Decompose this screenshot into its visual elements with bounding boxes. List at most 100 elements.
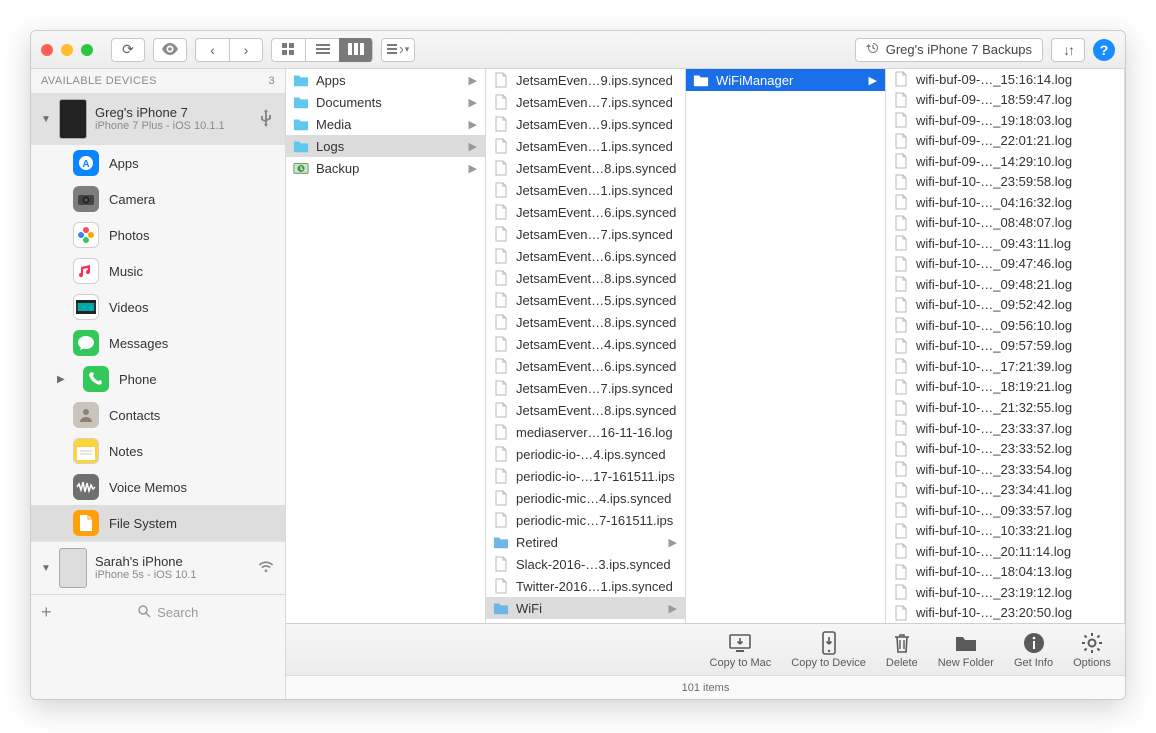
list-view-button[interactable] [305,38,339,62]
file-item[interactable]: wifi-buf-10-…_23:34:41.log [886,479,1124,500]
help-button[interactable]: ? [1093,39,1115,61]
zoom-button[interactable] [81,44,93,56]
file-item[interactable]: wifi-buf-10-…_23:59:58.log [886,172,1124,193]
column-view-button[interactable] [339,38,373,62]
folder-item[interactable]: Logs▶ [286,135,485,157]
file-item[interactable]: wifi-buf-10-…_09:43:11.log [886,233,1124,254]
file-item[interactable]: wifi-buf-10-…_09:48:21.log [886,274,1124,295]
file-item[interactable]: wifi-buf-10-…_18:19:21.log [886,377,1124,398]
file-item[interactable]: JetsamEvent…8.ips.synced [486,399,685,421]
sidebar-category-photos[interactable]: Photos [31,217,285,253]
refresh-button[interactable]: ⟳ [111,38,145,62]
file-item[interactable]: wifi-buf-10-…_09:52:42.log [886,295,1124,316]
file-item[interactable]: wifi-buf-10-…_09:33:57.log [886,500,1124,521]
new-folder-button[interactable]: New Folder [938,631,994,669]
transfers-button[interactable]: ↓↑ [1051,38,1085,62]
file-item[interactable]: wifi-buf-09-…_15:16:14.log [886,69,1124,90]
file-item[interactable]: wifi-buf-10-…_21:32:55.log [886,397,1124,418]
file-item[interactable]: JetsamEven…1.ips.synced [486,179,685,201]
file-item[interactable]: wifi-buf-10-…_17:21:39.log [886,356,1124,377]
file-item[interactable]: wifi-buf-10-…_09:57:59.log [886,336,1124,357]
sidebar-category-videos[interactable]: Videos [31,289,285,325]
disclosure-triangle-icon[interactable]: ▼ [41,563,51,574]
back-button[interactable]: ‹ [195,38,229,62]
file-item[interactable]: wifi-buf-09-…_22:01:21.log [886,131,1124,152]
file-item[interactable]: JetsamEvent…8.ips.synced [486,267,685,289]
icon-view-button[interactable] [271,38,305,62]
file-item[interactable]: JetsamEven…7.ips.synced [486,377,685,399]
disclosure-triangle-icon[interactable]: ▼ [41,114,51,125]
file-item[interactable]: wifi-buf-10-…_09:56:10.log [886,315,1124,336]
sidebar-category-voicememos[interactable]: Voice Memos [31,469,285,505]
forward-button[interactable]: › [229,38,263,62]
file-item[interactable]: mediaserver…16-11-16.log [486,421,685,443]
file-item[interactable]: JetsamEven…7.ips.synced [486,223,685,245]
file-item[interactable]: periodic-mic…7-161511.ips [486,509,685,531]
file-item[interactable]: wifi-buf-10-…_23:33:37.log [886,418,1124,439]
column-3[interactable]: WiFiManager▶ [686,69,886,623]
sidebar-category-messages[interactable]: Messages [31,325,285,361]
file-item[interactable]: wifi-buf-10-…_09:47:46.log [886,254,1124,275]
options-button[interactable]: Options [1073,631,1111,669]
file-item[interactable]: wifi-buf-10-…_23:33:54.log [886,459,1124,480]
column-1[interactable]: Apps▶Documents▶Media▶Logs▶Backup▶ [286,69,486,623]
quicklook-button[interactable] [153,38,187,62]
file-item[interactable]: wifi-buf-10-…_23:33:52.log [886,438,1124,459]
arrange-button[interactable]: ▾ [381,38,415,62]
close-button[interactable] [41,44,53,56]
file-item[interactable]: Twitter-2016…1.ips.synced [486,575,685,597]
folder-item[interactable]: WiFiManager▶ [686,69,885,91]
file-item[interactable]: JetsamEvent…8.ips.synced [486,311,685,333]
sidebar-category-notes[interactable]: Notes [31,433,285,469]
file-item[interactable]: JetsamEven…9.ips.synced [486,113,685,135]
file-item[interactable]: JetsamEvent…6.ips.synced [486,245,685,267]
file-item[interactable]: JetsamEven…1.ips.synced [486,135,685,157]
file-item[interactable]: periodic-mic…4.ips.synced [486,487,685,509]
folder-item[interactable]: Media▶ [286,113,485,135]
file-item[interactable]: JetsamEvent…6.ips.synced [486,201,685,223]
delete-button[interactable]: Delete [886,631,918,669]
file-item[interactable]: periodic-io-…4.ips.synced [486,443,685,465]
file-item[interactable]: periodic-io-…17-161511.ips [486,465,685,487]
backups-button[interactable]: Greg's iPhone 7 Backups [855,38,1043,62]
file-item[interactable]: wifi-buf-10-…_20:11:14.log [886,541,1124,562]
get-info-button[interactable]: Get Info [1014,631,1053,669]
sidebar-search[interactable]: Search [62,605,275,621]
folder-item[interactable]: WiFi▶ [486,597,685,619]
file-item[interactable]: JetsamEven…7.ips.synced [486,91,685,113]
copy-to-mac-button[interactable]: Copy to Mac [710,631,772,669]
add-device-button[interactable]: + [41,602,52,623]
device-row-gregs-iphone[interactable]: ▼ Greg's iPhone 7 iPhone 7 Plus - iOS 10… [31,93,285,145]
folder-item[interactable]: Documents▶ [286,91,485,113]
file-item[interactable]: wifi-buf-09-…_18:59:47.log [886,90,1124,111]
folder-item[interactable]: Apps▶ [286,69,485,91]
sidebar-category-apps[interactable]: AApps [31,145,285,181]
sidebar-category-music[interactable]: Music [31,253,285,289]
file-item[interactable]: wifi-buf-10-…_10:33:21.log [886,520,1124,541]
sidebar-category-phone[interactable]: ▶Phone [31,361,285,397]
sidebar-category-camera[interactable]: Camera [31,181,285,217]
file-item[interactable]: Slack-2016-…3.ips.synced [486,553,685,575]
file-item[interactable]: wifi-buf-09-…_14:29:10.log [886,151,1124,172]
file-item[interactable]: JetsamEvent…6.ips.synced [486,355,685,377]
file-item[interactable]: wifi-buf-09-…_19:18:03.log [886,110,1124,131]
disclosure-triangle-icon[interactable]: ▶ [57,374,67,385]
file-item[interactable]: JetsamEvent…4.ips.synced [486,333,685,355]
column-4[interactable]: wifi-buf-09-…_15:16:14.logwifi-buf-09-…_… [886,69,1125,623]
file-item[interactable]: wifi-buf-10-…_23:20:50.log [886,602,1124,623]
minimize-button[interactable] [61,44,73,56]
folder-item[interactable]: Retired▶ [486,531,685,553]
file-item[interactable]: wifi-buf-10-…_23:19:12.log [886,582,1124,603]
file-item[interactable]: JetsamEvent…8.ips.synced [486,157,685,179]
file-item[interactable]: JetsamEven…9.ips.synced [486,69,685,91]
file-item[interactable]: wifi-buf-10-…_08:48:07.log [886,213,1124,234]
column-2[interactable]: JetsamEven…9.ips.syncedJetsamEven…7.ips.… [486,69,686,623]
file-item[interactable]: wifi-buf-10-…_18:04:13.log [886,561,1124,582]
file-item[interactable]: wifi-buf-10-…_04:16:32.log [886,192,1124,213]
folder-item[interactable]: Backup▶ [286,157,485,179]
sidebar-category-filesystem[interactable]: File System [31,505,285,541]
file-item[interactable]: JetsamEvent…5.ips.synced [486,289,685,311]
sidebar-category-contacts[interactable]: Contacts [31,397,285,433]
device-row-sarahs-iphone[interactable]: ▼ Sarah's iPhone iPhone 5s - iOS 10.1 [31,541,285,594]
copy-to-device-button[interactable]: Copy to Device [791,631,866,669]
